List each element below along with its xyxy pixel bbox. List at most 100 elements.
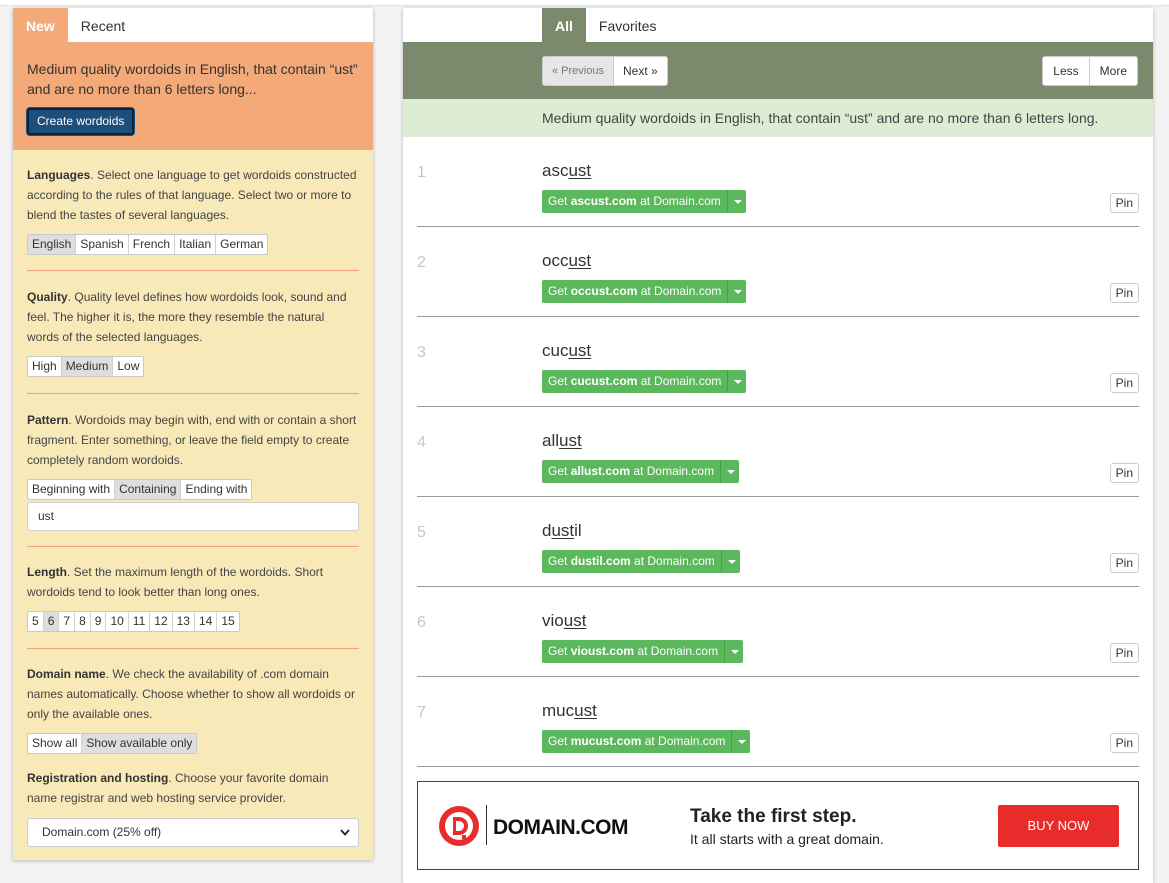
show-all-option[interactable]: Show all (28, 734, 83, 753)
length-option[interactable]: 9 (91, 612, 107, 631)
get-domain-button[interactable]: Get mucust.com at Domain.com (542, 730, 751, 753)
previous-button[interactable]: « Previous (543, 57, 614, 85)
result-row: 4 allust Get allust.com at Domain.com Pi… (417, 407, 1139, 497)
tab-new[interactable]: New (13, 8, 68, 42)
length-option[interactable]: 7 (59, 612, 76, 631)
caret-down-icon[interactable] (720, 550, 740, 573)
length-option[interactable]: 5 (28, 612, 44, 631)
length-title: Length (27, 565, 67, 579)
get-domain-label: Get occust.com at Domain.com (542, 280, 727, 303)
length-option[interactable]: 13 (173, 612, 195, 631)
tab-recent[interactable]: Recent (68, 8, 138, 42)
get-domain-label: Get allust.com at Domain.com (542, 460, 720, 483)
length-option[interactable]: 10 (106, 612, 129, 631)
language-spanish[interactable]: Spanish (76, 235, 129, 254)
quality-title: Quality (27, 290, 68, 304)
results-list: 1 ascust Get ascust.com at Domain.com Pi… (417, 137, 1139, 767)
caret-down-icon[interactable] (720, 460, 739, 483)
less-button[interactable]: Less (1043, 57, 1090, 85)
wordoid: ascust (542, 161, 591, 181)
caret-down-icon[interactable] (726, 190, 746, 213)
results-tabs: All Favorites (542, 8, 669, 42)
pattern-containing[interactable]: Containing (115, 480, 182, 499)
pattern-input[interactable]: ust (27, 502, 359, 531)
more-button[interactable]: More (1090, 57, 1137, 85)
buy-now-button[interactable]: BUY NOW (998, 805, 1119, 847)
domain-name: occust.com (570, 284, 638, 298)
caret-down-icon[interactable] (724, 640, 743, 663)
pin-button[interactable]: Pin (1109, 193, 1139, 213)
get-domain-button[interactable]: Get cucust.com at Domain.com (542, 370, 747, 393)
length-option[interactable]: 8 (75, 612, 91, 631)
show-available-option[interactable]: Show available only (82, 734, 197, 753)
result-number: 2 (417, 254, 426, 271)
quality-high[interactable]: High (28, 357, 62, 376)
length-option[interactable]: 15 (217, 612, 238, 631)
length-section: Length. Set the maximum length of the wo… (27, 562, 359, 632)
wordoid-prefix: asc (542, 161, 569, 180)
get-domain-button[interactable]: Get vioust.com at Domain.com (542, 640, 744, 663)
wordoid: mucust (542, 701, 597, 721)
get-word: Get (548, 374, 568, 388)
tab-all[interactable]: All (542, 8, 586, 42)
wordoid-fragment: ust (563, 611, 587, 630)
wordoid-prefix: all (542, 431, 560, 450)
length-description: Length. Set the maximum length of the wo… (27, 562, 359, 602)
advertisement-banner[interactable]: DOMAIN.COM Take the first step. It all s… (417, 781, 1139, 870)
registration-description: Registration and hosting. Choose your fa… (27, 768, 359, 808)
language-english[interactable]: English (28, 235, 77, 254)
caret-down-icon[interactable] (731, 730, 750, 753)
pin-button[interactable]: Pin (1109, 373, 1139, 393)
create-wordoids-button[interactable]: Create wordoids (27, 108, 135, 135)
language-german[interactable]: German (216, 235, 267, 254)
domain-name: dustil.com (570, 554, 631, 568)
pattern-description: Pattern. Wordoids may begin with, end wi… (27, 410, 359, 470)
wordoid-fragment: ust (574, 701, 597, 720)
result-row: 3 cucust Get cucust.com at Domain.com Pi… (417, 317, 1139, 407)
domain-options: Show all Show available only (27, 733, 198, 754)
pin-button[interactable]: Pin (1109, 643, 1139, 663)
get-domain-button[interactable]: Get occust.com at Domain.com (542, 280, 747, 303)
result-number: 3 (417, 344, 426, 361)
registrar-select[interactable]: Domain.com (25% off) (27, 818, 359, 847)
pin-button[interactable]: Pin (1109, 463, 1139, 483)
wordoid-prefix: cuc (542, 341, 569, 360)
get-domain-label: Get dustil.com at Domain.com (542, 550, 721, 573)
tab-favorites[interactable]: Favorites (586, 8, 670, 42)
quality-medium[interactable]: Medium (61, 357, 114, 376)
pattern-ending[interactable]: Ending with (181, 480, 251, 499)
wordoid-prefix: vio (542, 611, 564, 630)
get-domain-button[interactable]: Get dustil.com at Domain.com (542, 550, 740, 573)
pin-button[interactable]: Pin (1109, 733, 1139, 753)
result-number: 7 (417, 704, 426, 721)
pattern-beginning[interactable]: Beginning with (28, 480, 116, 499)
length-option[interactable]: 12 (150, 612, 173, 631)
pin-button[interactable]: Pin (1109, 553, 1139, 573)
language-italian[interactable]: Italian (175, 235, 217, 254)
next-button[interactable]: Next » (614, 57, 667, 85)
length-option[interactable]: 11 (129, 612, 151, 631)
registrar-name: at Domain.com (640, 284, 722, 298)
domain-description: Domain name. We check the availability o… (27, 664, 359, 724)
pin-button[interactable]: Pin (1109, 283, 1139, 303)
get-word: Get (548, 284, 568, 298)
wordoid: dustil (542, 521, 582, 541)
get-word: Get (548, 644, 568, 658)
result-number: 4 (417, 434, 426, 451)
caret-down-icon[interactable] (727, 370, 746, 393)
results-toolbar: « Previous Next » Less More (403, 42, 1153, 99)
wordoid: allust (542, 431, 582, 451)
registrar-selected: Domain.com (25% off) (42, 825, 162, 839)
get-domain-label: Get cucust.com at Domain.com (542, 370, 727, 393)
quality-low[interactable]: Low (113, 357, 143, 376)
length-option[interactable]: 14 (195, 612, 218, 631)
caret-down-icon[interactable] (727, 280, 746, 303)
languages-description: Languages. Select one language to get wo… (27, 165, 359, 225)
length-text: . Set the maximum length of the wordoids… (27, 565, 324, 599)
length-options: 5 6 7 8 9 10 11 12 13 14 15 (27, 611, 240, 632)
length-option-selected[interactable]: 6 (43, 612, 60, 631)
get-domain-button[interactable]: Get allust.com at Domain.com (542, 460, 740, 483)
result-row: 5 dustil Get dustil.com at Domain.com Pi… (417, 497, 1139, 587)
language-french[interactable]: French (129, 235, 176, 254)
get-domain-button[interactable]: Get ascust.com at Domain.com (542, 190, 746, 213)
